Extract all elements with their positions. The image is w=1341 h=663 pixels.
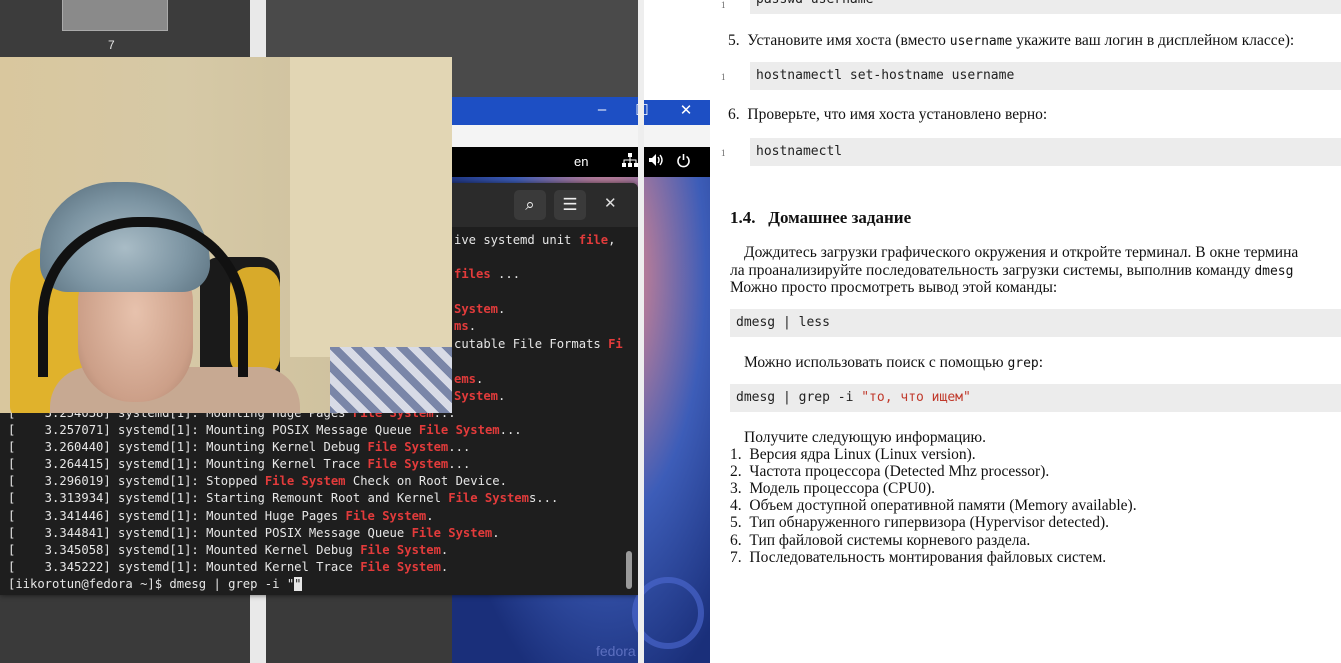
webcam-overlay — [0, 57, 452, 413]
minimize-button[interactable]: – — [592, 101, 612, 118]
vm-menubar — [452, 125, 710, 148]
terminal-line: cutable File Formats Fi — [454, 337, 623, 351]
code-line-number: 1 — [721, 0, 726, 10]
terminal-line: ms. — [454, 319, 477, 333]
terminal-line: [ 3.264415] systemd[1]: Mounting Kernel … — [8, 457, 471, 471]
network-icon[interactable] — [622, 153, 638, 170]
power-icon[interactable] — [676, 153, 691, 171]
list-item: 3. Модель процессора (CPU0). — [730, 480, 935, 497]
list-item: 5. Установите имя хоста (вместо username… — [728, 32, 1295, 49]
terminal-prompt[interactable]: [iikorotun@fedora ~]$ dmesg | grep -i "" — [8, 577, 302, 591]
webcam-pillow — [330, 347, 452, 413]
list-item: 7. Последовательность монтирования файло… — [730, 549, 1107, 566]
paragraph-line: ла проанализируйте последовательность за… — [730, 262, 1294, 279]
terminal-line: System. — [454, 389, 506, 403]
paragraph-line: Можно использовать поиск с помощью grep: — [744, 354, 1044, 371]
list-item: 2. Частота процессора (Detected Mhz proc… — [730, 463, 1050, 480]
code-block: passwd username — [750, 0, 1341, 14]
terminal-line: [ 3.257071] systemd[1]: Mounting POSIX M… — [8, 423, 522, 437]
code-block: dmesg | grep -i "то, что ищем" — [730, 384, 1341, 412]
list-item: 6. Проверьте, что имя хоста установлено … — [728, 106, 1048, 123]
terminal-line: files ... — [454, 267, 521, 281]
terminal-line: [ 3.344841] systemd[1]: Mounted POSIX Me… — [8, 526, 500, 540]
fedora-logo: fedora — [596, 643, 636, 659]
terminal-line: [ 3.313934] systemd[1]: Starting Remount… — [8, 491, 559, 505]
terminal-line: ems. — [454, 372, 484, 386]
vm-titlebar[interactable]: – ☐ ✕ — [452, 97, 710, 125]
terminal-line: [ 3.341446] systemd[1]: Mounted Huge Pag… — [8, 509, 434, 523]
code-line-number: 1 — [721, 72, 726, 82]
menu-icon[interactable]: ☰ — [554, 190, 586, 220]
page-number-label: 7 — [108, 38, 115, 52]
keyboard-layout-indicator[interactable]: en — [574, 154, 588, 169]
list-item: 5. Тип обнаруженного гипервизора (Hyperv… — [730, 514, 1110, 531]
paragraph-line: Дождитесь загрузки графического окружени… — [744, 244, 1299, 261]
paragraph-line: Получите следующую информацию. — [744, 429, 987, 446]
code-block: hostnamectl set-hostname username — [750, 62, 1341, 90]
close-button[interactable]: ✕ — [676, 101, 696, 119]
code-line-number: 1 — [721, 148, 726, 158]
terminal-scrollbar[interactable] — [626, 551, 632, 589]
code-block: dmesg | less — [730, 309, 1341, 337]
page-thumbnail[interactable] — [62, 0, 168, 31]
terminal-line: [ 3.296019] systemd[1]: Stopped File Sys… — [8, 474, 507, 488]
terminal-line: [ 3.345222] systemd[1]: Mounted Kernel T… — [8, 560, 449, 574]
volume-icon[interactable] — [648, 153, 664, 170]
document-margin — [644, 0, 710, 100]
terminal-line: [ 3.345058] systemd[1]: Mounted Kernel D… — [8, 543, 449, 557]
paragraph-line: Можно просто просмотреть вывод этой кома… — [730, 279, 1058, 296]
webcam-background — [290, 57, 452, 357]
gnome-top-bar: en — [452, 147, 710, 177]
page-thumbnail-panel: 7 — [0, 0, 250, 60]
search-icon[interactable]: ⌕ — [514, 190, 546, 220]
terminal-line: System. — [454, 302, 506, 316]
list-item: 1. Версия ядра Linux (Linux version). — [730, 446, 976, 463]
section-heading: 1.4. Домашнее задание — [730, 208, 912, 227]
document-page: 1 passwd username 5. Установите имя хост… — [710, 0, 1341, 663]
terminal-line: ive systemd unit file, — [454, 233, 616, 247]
close-icon[interactable]: ✕ — [604, 194, 617, 212]
terminal-line: [ 3.260440] systemd[1]: Mounting Kernel … — [8, 440, 471, 454]
text-cursor: " — [294, 577, 302, 591]
list-item: 6. Тип файловой системы корневого раздел… — [730, 532, 1031, 549]
code-block: hostnamectl — [750, 138, 1341, 166]
list-item: 4. Объем доступной оперативной памяти (M… — [730, 497, 1137, 514]
